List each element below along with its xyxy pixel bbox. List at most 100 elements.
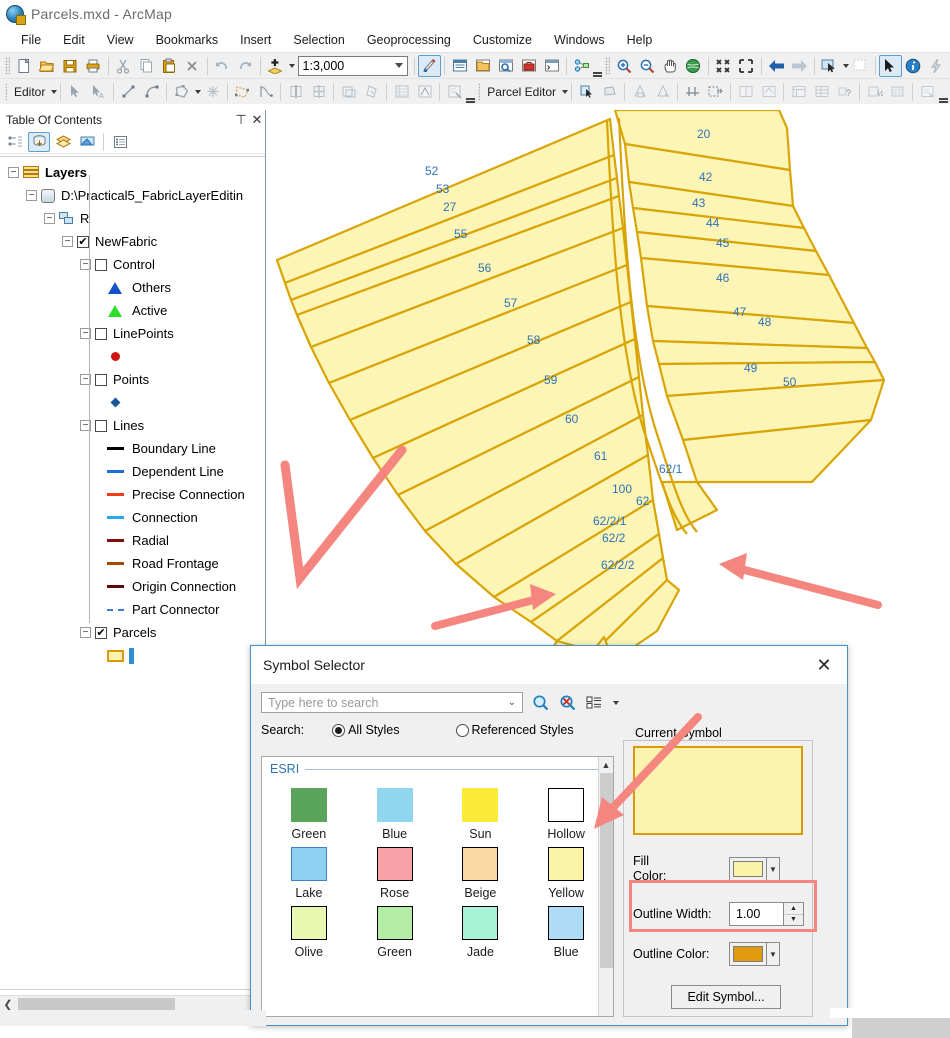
- swatch-rose[interactable]: Rose: [352, 841, 438, 900]
- parcel-division-button[interactable]: [681, 81, 704, 103]
- chevron-down-icon[interactable]: [395, 63, 404, 68]
- parcel-select-button[interactable]: [575, 81, 598, 103]
- parcel-grid-button[interactable]: [886, 81, 909, 103]
- swatch-blue[interactable]: Blue: [352, 782, 438, 841]
- copy-button[interactable]: [135, 55, 158, 77]
- toc-node-linepoints[interactable]: − LinePoints: [0, 322, 265, 345]
- swatch-jade[interactable]: Jade: [438, 900, 524, 959]
- toc-node-points[interactable]: − Points: [0, 368, 265, 391]
- scroll-left-icon[interactable]: ❮: [0, 998, 16, 1011]
- expander-icon[interactable]: −: [80, 627, 91, 638]
- toc-legend-item-parcels-symbol[interactable]: [0, 644, 265, 667]
- construction-tools-button[interactable]: [170, 81, 193, 103]
- swatch-hollow[interactable]: Hollow: [523, 782, 609, 841]
- close-icon[interactable]: ✕: [249, 112, 265, 128]
- list-by-source-button[interactable]: [28, 131, 50, 152]
- reshape-button[interactable]: [254, 81, 277, 103]
- menu-item-geoprocessing[interactable]: Geoprocessing: [356, 30, 462, 50]
- swatch-green-2[interactable]: Green: [352, 900, 438, 959]
- expander-icon[interactable]: −: [26, 190, 37, 201]
- new-document-button[interactable]: [13, 55, 36, 77]
- toc-node-lines[interactable]: − Lines: [0, 414, 265, 437]
- map-scale-combobox[interactable]: 1:3,000: [297, 55, 409, 76]
- identify-button[interactable]: [902, 55, 925, 77]
- menu-item-windows[interactable]: Windows: [543, 30, 616, 50]
- parcel-fill-symbol-icon[interactable]: [105, 649, 125, 662]
- open-button[interactable]: [36, 55, 59, 77]
- gallery-vertical-scrollbar[interactable]: ▲: [598, 757, 613, 1016]
- list-by-drawing-order-button[interactable]: [4, 132, 26, 152]
- swatch-olive[interactable]: Olive: [266, 900, 352, 959]
- parcel-half-button[interactable]: ½: [863, 81, 886, 103]
- add-data-caret-icon[interactable]: [288, 63, 295, 68]
- close-icon[interactable]: ✕: [807, 650, 841, 680]
- editor-toolbar-overflow-button[interactable]: [466, 81, 476, 103]
- full-extent-button[interactable]: [682, 55, 705, 77]
- hyperlink-button[interactable]: [925, 55, 948, 77]
- menu-item-bookmarks[interactable]: Bookmarks: [145, 30, 230, 50]
- add-data-button[interactable]: [264, 55, 287, 77]
- parcel-explorer-button[interactable]: [787, 81, 810, 103]
- print-button[interactable]: [82, 55, 105, 77]
- toolbar-grip[interactable]: [605, 56, 610, 75]
- curve-segment-button[interactable]: [140, 81, 163, 103]
- toc-node-layers[interactable]: − Layers: [0, 161, 265, 184]
- pin-icon[interactable]: ⊤: [233, 112, 249, 128]
- editor-menu-caret-icon[interactable]: [51, 89, 58, 94]
- swatch-color[interactable]: [548, 906, 585, 940]
- model-builder-button[interactable]: [570, 55, 593, 77]
- swatch-color[interactable]: [376, 847, 413, 881]
- expander-icon[interactable]: −: [8, 167, 19, 178]
- swatch-yellow[interactable]: Yellow: [523, 841, 609, 900]
- parcel-editor-menu-label[interactable]: Parcel Editor: [483, 85, 560, 99]
- toc-node-parcels[interactable]: − ✔ Parcels: [0, 621, 265, 644]
- swatch-color[interactable]: [376, 788, 413, 822]
- swatch-beige[interactable]: Beige: [438, 841, 524, 900]
- undo-button[interactable]: [211, 55, 234, 77]
- zoom-in-button[interactable]: [613, 55, 636, 77]
- radio-icon[interactable]: [455, 723, 469, 737]
- list-by-selection-button[interactable]: [76, 132, 98, 152]
- swatch-lake[interactable]: Lake: [266, 841, 352, 900]
- fixed-zoom-out-button[interactable]: [735, 55, 758, 77]
- trace-button[interactable]: [201, 81, 224, 103]
- parcel-merge-button[interactable]: [734, 81, 757, 103]
- radio-referenced-styles[interactable]: Referenced Styles: [455, 723, 574, 737]
- parcel-remainder-button[interactable]: [704, 81, 727, 103]
- radio-all-styles[interactable]: All Styles: [332, 723, 400, 737]
- swatch-color[interactable]: [290, 906, 327, 940]
- arctoolbox-button[interactable]: [517, 55, 540, 77]
- list-by-visibility-button[interactable]: [52, 132, 74, 152]
- save-button[interactable]: [59, 55, 82, 77]
- menu-item-file[interactable]: File: [10, 30, 52, 50]
- checkbox-newfabric[interactable]: ✔: [77, 235, 89, 248]
- sketch-tool-button[interactable]: [360, 81, 383, 103]
- view-grid-icon[interactable]: [584, 693, 604, 713]
- clear-search-icon[interactable]: [557, 693, 577, 713]
- scrollbar-thumb[interactable]: [600, 773, 613, 968]
- expander-icon[interactable]: −: [44, 213, 55, 224]
- checkbox-control[interactable]: [95, 258, 107, 271]
- parcel-editor-caret-icon[interactable]: [562, 89, 568, 94]
- menu-item-selection[interactable]: Selection: [282, 30, 355, 50]
- checkbox-linepoints[interactable]: [95, 327, 107, 340]
- editor-menu-label[interactable]: Editor: [10, 85, 49, 99]
- swatch-green[interactable]: Green: [266, 782, 352, 841]
- symbol-selector-dialog[interactable]: Symbol Selector ✕ Type here to search ⌄: [250, 645, 848, 1026]
- select-features-button[interactable]: [818, 55, 841, 77]
- fixed-zoom-in-button[interactable]: [712, 55, 735, 77]
- zoom-out-button[interactable]: [636, 55, 659, 77]
- options-button[interactable]: [109, 132, 131, 152]
- parcel-build-button[interactable]: [757, 81, 780, 103]
- attributes-button[interactable]: [390, 81, 413, 103]
- straight-segment-button[interactable]: [117, 81, 140, 103]
- chevron-down-icon[interactable]: ⌄: [504, 697, 520, 708]
- editor-toolbar-button[interactable]: [418, 54, 442, 77]
- menu-item-view[interactable]: View: [96, 30, 145, 50]
- menu-item-insert[interactable]: Insert: [229, 30, 282, 50]
- parcel-plan-button[interactable]: [916, 81, 939, 103]
- paste-button[interactable]: [158, 55, 181, 77]
- expander-icon[interactable]: −: [62, 236, 73, 247]
- edit-annotation-button[interactable]: A: [87, 81, 110, 103]
- chevron-up-icon[interactable]: ▲: [599, 757, 613, 772]
